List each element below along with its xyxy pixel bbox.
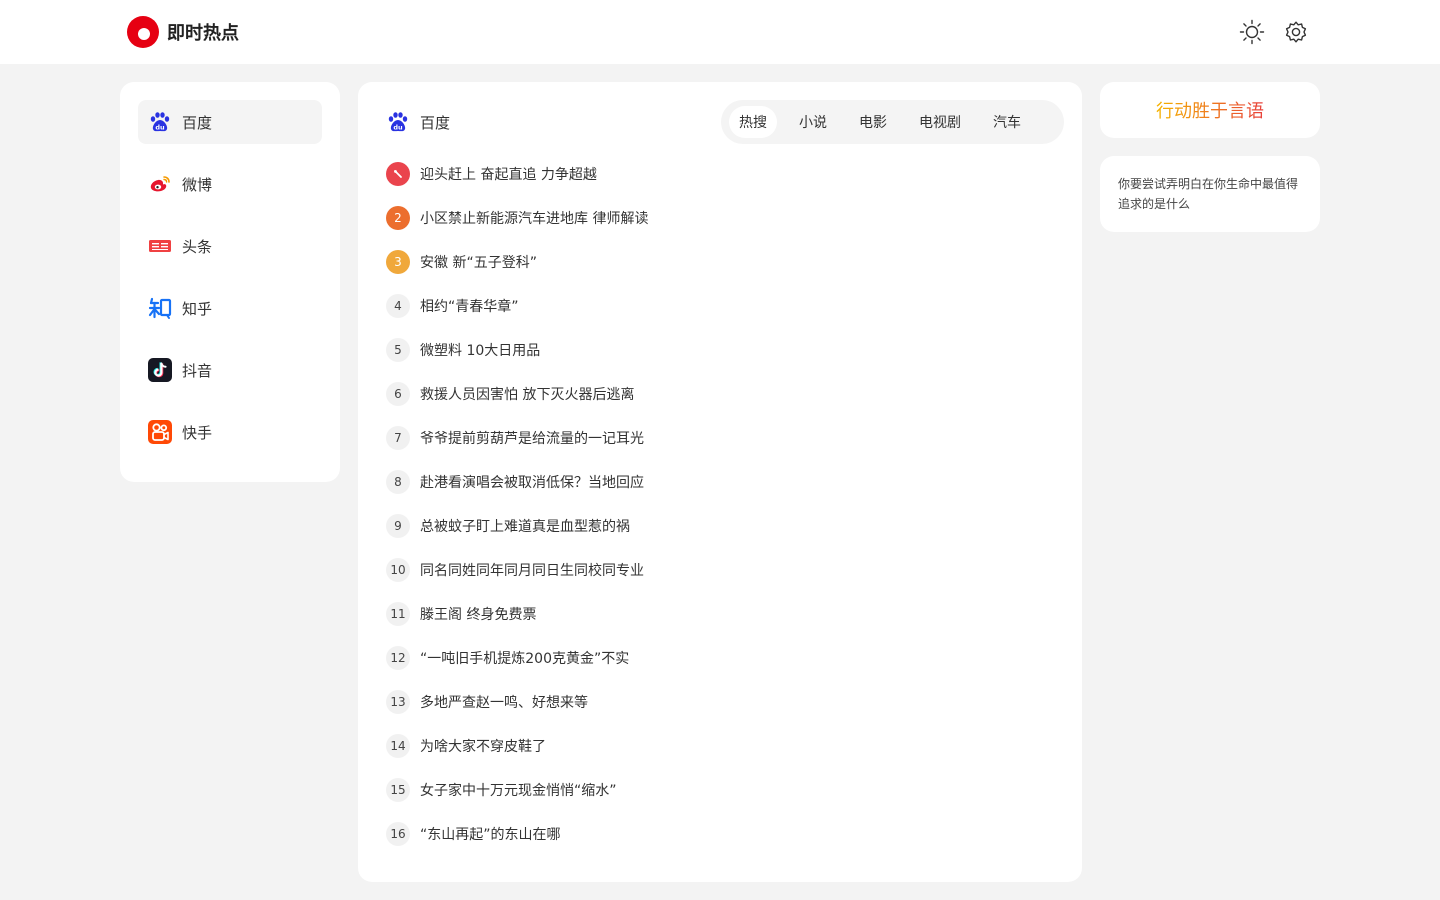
list-item-title: 总被蚊子盯上难道真是血型惹的祸 (420, 519, 630, 535)
list-item-title: 爷爷提前剪葫芦是给流量的一记耳光 (420, 431, 644, 447)
sidebar-item-kuaishou[interactable]: 快手 (138, 410, 322, 454)
list-item-title: 微塑料 10大日用品 (420, 343, 541, 359)
tab-novel[interactable]: 小说 (789, 106, 837, 138)
list-item[interactable]: 16 “东山再起”的东山在哪 (386, 812, 1046, 856)
rank-badge: 9 (386, 514, 410, 538)
douyin-icon (148, 358, 172, 382)
rank-badge: 12 (386, 646, 410, 670)
zhihu-icon (148, 296, 172, 320)
rank-badge: 8 (386, 470, 410, 494)
list-item[interactable]: 2 小区禁止新能源汽车进地库 律师解读 (386, 196, 1046, 240)
list-item-title: 同名同姓同年同月同日生同校同专业 (420, 563, 644, 579)
source-sidebar: du 百度 微博 头条 知乎 抖音 快手 (120, 82, 340, 482)
panel-title: 百度 (420, 113, 451, 132)
rank-badge: 4 (386, 294, 410, 318)
list-item[interactable]: 5 微塑料 10大日用品 (386, 328, 1046, 372)
list-item-title: 赴港看演唱会被取消低保？当地回应 (420, 475, 644, 491)
rank-badge: 3 (386, 250, 410, 274)
list-item-title: 小区禁止新能源汽车进地库 律师解读 (420, 211, 649, 227)
brand[interactable]: 即时热点 (127, 16, 239, 48)
list-item[interactable]: 4 相约“青春华章” (386, 284, 1046, 328)
top-bar: 即时热点 (0, 0, 1440, 64)
logo-icon (127, 16, 159, 48)
list-item-title: 相约“青春华章” (420, 299, 519, 315)
hot-list-panel: du 百度 热搜 小说 电影 电视剧 汽车 迎头赶上 奋起直追 力争超越 2 小… (358, 82, 1082, 882)
tab-hot-search[interactable]: 热搜 (729, 106, 777, 138)
sun-icon (1239, 19, 1265, 45)
description-text: 你要尝试弄明白在你生命中最值得追求的是什么 (1118, 177, 1299, 211)
rank-badge: 15 (386, 778, 410, 802)
list-item[interactable]: 8 赴港看演唱会被取消低保？当地回应 (386, 460, 1046, 504)
list-item-title: 女子家中十万元现金悄悄“缩水” (420, 783, 617, 799)
list-item[interactable]: 11 滕王阁 终身免费票 (386, 592, 1046, 636)
sidebar-item-label: 抖音 (182, 361, 213, 380)
theme-toggle-button[interactable] (1238, 18, 1266, 46)
list-item-title: 多地严查赵一鸣、好想来等 (420, 695, 588, 711)
list-item-title: 滕王阁 终身免费票 (420, 607, 537, 623)
rank-badge: 14 (386, 734, 410, 758)
rank-badge: 7 (386, 426, 410, 450)
sidebar-item-zhihu[interactable]: 知乎 (138, 286, 322, 330)
rank-badge: 6 (386, 382, 410, 406)
app-title: 即时热点 (167, 23, 239, 44)
baidu-icon: du (386, 110, 410, 134)
list-item[interactable]: 7 爷爷提前剪葫芦是给流量的一记耳光 (386, 416, 1046, 460)
rank-badge: 11 (386, 602, 410, 626)
category-tabs: 热搜 小说 电影 电视剧 汽车 (721, 100, 1064, 144)
quote-card: 行动胜于言语 (1100, 82, 1320, 138)
rank-badge: 5 (386, 338, 410, 362)
list-item-title: 安徽 新“五子登科” (420, 255, 537, 271)
rank-badge: 13 (386, 690, 410, 714)
rank-badge: 10 (386, 558, 410, 582)
list-item[interactable]: 10 同名同姓同年同月同日生同校同专业 (386, 548, 1046, 592)
list-item[interactable]: 13 多地严查赵一鸣、好想来等 (386, 680, 1046, 724)
panel-header: du 百度 (386, 110, 450, 134)
toutiao-icon (148, 234, 172, 258)
list-item[interactable]: 12 “一吨旧手机提炼200克黄金”不实 (386, 636, 1046, 680)
baidu-icon: du (148, 110, 172, 134)
sidebar-item-baidu[interactable]: du 百度 (138, 100, 322, 144)
list-item[interactable]: 15 女子家中十万元现金悄悄“缩水” (386, 768, 1046, 812)
list-item[interactable]: 6 救援人员因害怕 放下灭火器后逃离 (386, 372, 1046, 416)
sidebar-item-label: 头条 (182, 237, 213, 256)
list-item-title: 迎头赶上 奋起直追 力争超越 (420, 167, 597, 183)
list-item-title: “一吨旧手机提炼200克黄金”不实 (420, 651, 630, 667)
settings-button[interactable] (1282, 18, 1310, 46)
tab-tv-series[interactable]: 电视剧 (909, 106, 971, 138)
rank-badge: 16 (386, 822, 410, 846)
list-item[interactable]: 14 为啥大家不穿皮鞋了 (386, 724, 1046, 768)
sidebar-item-douyin[interactable]: 抖音 (138, 348, 322, 392)
description-card: 你要尝试弄明白在你生命中最值得追求的是什么 (1100, 156, 1320, 232)
motto-text: 行动胜于言语 (1156, 97, 1264, 123)
rank-badge: 2 (386, 206, 410, 230)
sidebar-item-toutiao[interactable]: 头条 (138, 224, 322, 268)
sidebar-item-weibo[interactable]: 微博 (138, 162, 322, 206)
svg-text:du: du (155, 124, 165, 132)
list-item[interactable]: 9 总被蚊子盯上难道真是血型惹的祸 (386, 504, 1046, 548)
kuaishou-icon (148, 420, 172, 444)
sidebar-item-label: 百度 (182, 113, 213, 132)
tab-car[interactable]: 汽车 (983, 106, 1031, 138)
gear-icon (1285, 21, 1307, 43)
weibo-icon (148, 172, 172, 196)
pinned-icon (386, 162, 410, 186)
sidebar-item-label: 知乎 (182, 299, 213, 318)
list-item-title: “东山再起”的东山在哪 (420, 827, 561, 843)
sidebar-item-label: 快手 (182, 423, 213, 442)
list-item-title: 为啥大家不穿皮鞋了 (420, 739, 546, 755)
svg-text:du: du (393, 124, 403, 132)
list-item-title: 救援人员因害怕 放下灭火器后逃离 (420, 387, 635, 403)
hot-list: 迎头赶上 奋起直追 力争超越 2 小区禁止新能源汽车进地库 律师解读 3 安徽 … (386, 152, 1046, 856)
tab-movie[interactable]: 电影 (849, 106, 897, 138)
list-item[interactable]: 3 安徽 新“五子登科” (386, 240, 1046, 284)
list-item[interactable]: 迎头赶上 奋起直追 力争超越 (386, 152, 1046, 196)
sidebar-item-label: 微博 (182, 175, 213, 194)
